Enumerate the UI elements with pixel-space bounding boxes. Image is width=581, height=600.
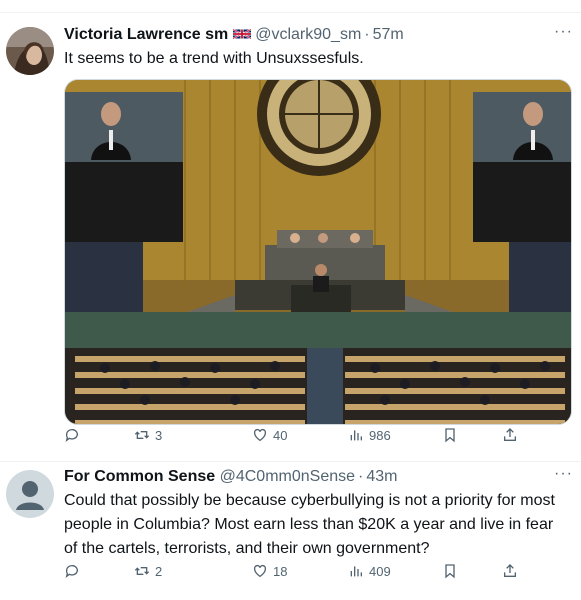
- views-icon: [350, 430, 362, 441]
- like-button[interactable]: 18: [252, 560, 287, 582]
- share-icon: [504, 428, 516, 441]
- like-button[interactable]: 40: [252, 424, 287, 446]
- separator: ·: [358, 468, 364, 485]
- views-count: 986: [369, 427, 391, 443]
- timestamp[interactable]: 43m: [366, 468, 397, 485]
- views-count: 409: [369, 563, 391, 579]
- display-name[interactable]: Victoria Lawrence sm: [64, 26, 228, 43]
- retweet-button[interactable]: 2: [134, 560, 162, 582]
- views-button[interactable]: 986: [348, 424, 391, 446]
- share-button[interactable]: [502, 424, 518, 446]
- retweet-count: 2: [155, 563, 163, 579]
- separator: ·: [364, 26, 370, 43]
- like-count: 40: [273, 427, 288, 443]
- user-handle[interactable]: @vclark90_sm: [255, 26, 361, 43]
- like-count: 18: [273, 563, 288, 579]
- timestamp[interactable]: 57m: [373, 26, 404, 43]
- views-button[interactable]: 409: [348, 560, 391, 582]
- tweet[interactable]: For Common Sense @4C0mm0nSense · 43m ··· C…: [0, 462, 581, 600]
- like-icon: [253, 564, 267, 578]
- retweet-count: 3: [155, 427, 163, 443]
- user-handle[interactable]: @4C0mm0nSense: [220, 468, 355, 485]
- tweet-actions: 3 40 986: [64, 424, 524, 446]
- share-icon: [504, 564, 516, 577]
- more-icon[interactable]: ···: [554, 465, 573, 483]
- bookmark-icon: [445, 428, 455, 443]
- display-name[interactable]: For Common Sense: [64, 468, 215, 485]
- reply-icon: [65, 429, 78, 442]
- reply-button[interactable]: [64, 560, 85, 582]
- tweet-header: Victoria Lawrence sm @vclark90_sm · 57m: [64, 25, 541, 45]
- like-icon: [253, 428, 267, 442]
- reply-button[interactable]: [64, 424, 85, 446]
- avatar[interactable]: [6, 27, 54, 75]
- bookmark-button[interactable]: [442, 424, 458, 446]
- retweet-icon: [134, 567, 150, 575]
- tweet-image[interactable]: [64, 79, 572, 425]
- share-button[interactable]: [502, 560, 518, 582]
- avatar[interactable]: [6, 470, 54, 518]
- tweet-actions: 2 18 409: [64, 560, 524, 582]
- timeline: Victoria Lawrence sm @vclark90_sm · 57m ··…: [0, 0, 581, 600]
- tweet[interactable]: Victoria Lawrence sm @vclark90_sm · 57m ··…: [0, 13, 581, 462]
- tweet-header: For Common Sense @4C0mm0nSense · 43m: [64, 467, 541, 487]
- tweet-text: It seems to be a trend with Unsuxssesful…: [64, 50, 364, 67]
- uk-flag-icon: [233, 28, 252, 40]
- views-icon: [350, 566, 362, 577]
- tweet-text: Could that possibly be because cyberbull…: [64, 492, 555, 557]
- retweet-button[interactable]: 3: [134, 424, 162, 446]
- bookmark-icon: [445, 564, 455, 579]
- reply-icon: [65, 565, 78, 578]
- bookmark-button[interactable]: [442, 560, 458, 582]
- more-icon[interactable]: ···: [554, 23, 573, 41]
- retweet-icon: [134, 431, 150, 439]
